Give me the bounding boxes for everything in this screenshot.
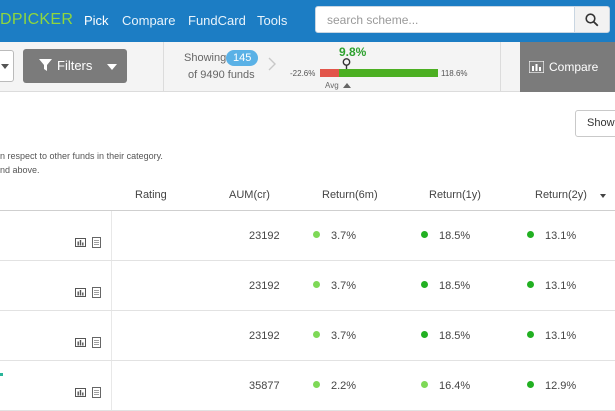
toolbar: Filters Showing 145 of 9490 funds 9.8% -… xyxy=(0,42,615,92)
fund-count-badge: 145 xyxy=(226,50,259,66)
column-header-return-6m[interactable]: Return(6m) xyxy=(322,189,378,201)
return-range-bar xyxy=(320,69,438,77)
status-dot xyxy=(421,231,428,238)
status-dot xyxy=(527,281,534,288)
status-dot xyxy=(421,281,428,288)
aum-cell: 23192 xyxy=(249,280,280,292)
table-header-divider xyxy=(0,210,615,211)
filters-button[interactable]: Filters xyxy=(23,49,127,83)
nav-link-tools[interactable]: Tools xyxy=(257,13,287,28)
status-dot xyxy=(421,331,428,338)
sort-select[interactable] xyxy=(0,50,14,82)
document-icon[interactable] xyxy=(92,337,101,348)
column-divider xyxy=(111,211,112,261)
return-2y-cell: 13.1% xyxy=(545,330,577,342)
aum-cell: 23192 xyxy=(249,230,280,242)
status-dot xyxy=(527,381,534,388)
aum-cell: 35877 xyxy=(249,380,280,392)
nav-link-fundcard[interactable]: FundCard xyxy=(188,13,246,28)
show-button[interactable]: Show xyxy=(575,110,615,137)
row-marker xyxy=(0,373,3,376)
return-1y-cell: 18.5% xyxy=(439,280,471,292)
return-2y-cell: 12.9% xyxy=(545,380,577,392)
column-header-return-1y[interactable]: Return(1y) xyxy=(429,189,481,201)
return-6m-cell: 3.7% xyxy=(331,330,357,342)
status-dot xyxy=(313,231,320,238)
bar-chart-icon[interactable] xyxy=(75,338,86,347)
range-max-label: 118.6% xyxy=(441,69,468,78)
avg-label: Avg xyxy=(325,81,339,90)
info-note-line-1: n respect to other funds in their catego… xyxy=(0,151,163,161)
compare-button[interactable]: Compare xyxy=(520,42,615,92)
document-icon[interactable] xyxy=(92,237,101,248)
column-header-return-2y[interactable]: Return(2y) xyxy=(535,189,587,201)
return-2y-cell: 13.1% xyxy=(545,230,577,242)
show-button-label: Show xyxy=(587,117,615,129)
total-funds-label: of 9490 funds xyxy=(188,69,255,81)
caret-up-icon xyxy=(343,83,351,88)
search-placeholder: search scheme... xyxy=(327,13,419,27)
info-note-line-2: nd above. xyxy=(0,165,40,175)
return-1y-cell: 16.4% xyxy=(439,380,471,392)
divider xyxy=(500,42,501,92)
row-divider xyxy=(0,260,615,261)
row-divider xyxy=(0,310,615,311)
status-dot xyxy=(313,331,320,338)
bar-chart-icon xyxy=(529,61,544,73)
column-divider xyxy=(111,361,112,411)
brand-logo[interactable]: DPICKER xyxy=(0,11,73,29)
divider xyxy=(163,42,164,92)
average-return-value: 9.8% xyxy=(339,45,367,59)
search-icon xyxy=(585,13,599,27)
search-input[interactable]: search scheme... xyxy=(315,6,575,33)
column-header-rating[interactable]: Rating xyxy=(135,189,167,201)
status-dot xyxy=(527,331,534,338)
return-6m-cell: 3.7% xyxy=(331,230,357,242)
search-button[interactable] xyxy=(574,6,610,33)
column-divider xyxy=(111,261,112,311)
bar-chart-icon[interactable] xyxy=(75,288,86,297)
status-dot xyxy=(421,381,428,388)
range-negative-segment xyxy=(320,69,339,77)
bar-chart-icon[interactable] xyxy=(75,388,86,397)
filter-icon xyxy=(39,59,52,71)
status-dot xyxy=(313,281,320,288)
chevron-down-icon xyxy=(1,64,9,69)
nav-link-compare[interactable]: Compare xyxy=(122,13,175,28)
aum-cell: 23192 xyxy=(249,330,280,342)
column-divider xyxy=(111,311,112,361)
return-6m-cell: 2.2% xyxy=(331,380,357,392)
status-dot xyxy=(527,231,534,238)
row-divider xyxy=(0,360,615,361)
nav-link-pick[interactable]: Pick xyxy=(84,13,109,28)
return-1y-cell: 18.5% xyxy=(439,230,471,242)
status-dot xyxy=(313,381,320,388)
showing-label: Showing xyxy=(184,52,227,64)
return-6m-cell: 3.7% xyxy=(331,280,357,292)
document-icon[interactable] xyxy=(92,387,101,398)
return-1y-cell: 18.5% xyxy=(439,330,471,342)
document-icon[interactable] xyxy=(92,287,101,298)
column-header-aum[interactable]: AUM(cr) xyxy=(229,189,270,201)
compare-label: Compare xyxy=(549,60,599,74)
chevron-down-icon xyxy=(107,64,117,70)
sort-desc-icon[interactable] xyxy=(600,194,606,198)
bar-chart-icon[interactable] xyxy=(75,238,86,247)
filters-label: Filters xyxy=(57,58,93,73)
chevron-right-icon xyxy=(268,57,276,71)
return-2y-cell: 13.1% xyxy=(545,280,577,292)
range-min-label: -22.6% xyxy=(290,69,316,78)
top-nav: DPICKER Pick Compare FundCard Tools sear… xyxy=(0,0,615,42)
